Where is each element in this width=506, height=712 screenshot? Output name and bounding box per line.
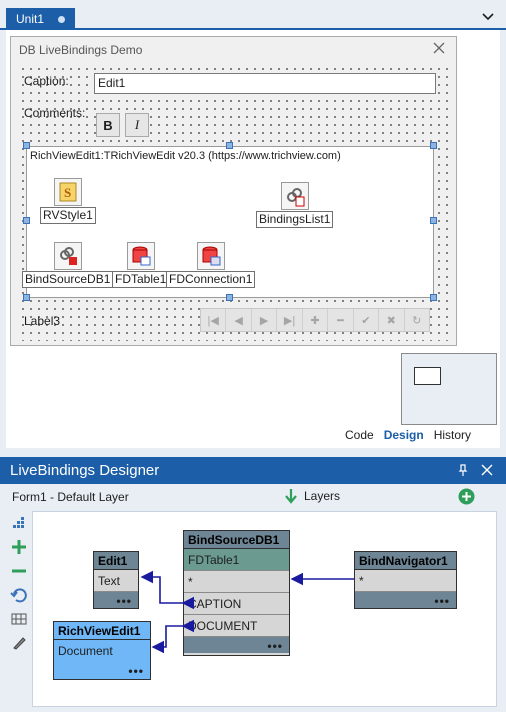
layers-label: Layers [304,489,341,503]
view-tabs: Code Design History [340,426,476,444]
caption-input[interactable]: Edit1 [94,73,436,94]
tab-history[interactable]: History [429,426,476,444]
document-tab-strip: Unit1 [0,0,506,30]
next-record-icon[interactable]: ▶ [252,309,278,331]
first-record-icon[interactable]: |◀ [201,309,227,331]
more-icon[interactable]: ••• [267,639,283,653]
caption-label: Caption: [24,74,69,88]
more-icon[interactable]: ••• [434,594,450,608]
node-title: BindNavigator1 [355,552,456,570]
rvstyle-icon: S [53,178,82,206]
form-title: DB LiveBindings Demo [19,43,143,57]
bold-button[interactable]: B [96,113,120,137]
component-fdconnection1[interactable]: FDConnection1 [166,242,256,288]
layers-button[interactable]: Layers [284,488,340,504]
node-footer: ••• [184,637,289,653]
component-fdtable1[interactable]: FDTable1 [112,242,170,288]
selection-handle[interactable] [430,142,437,149]
pen-icon[interactable] [8,632,30,654]
tab-design[interactable]: Design [378,426,429,444]
selection-handle[interactable] [226,294,233,301]
bindsource-icon [53,242,82,270]
label3: Label3 [24,314,61,328]
selection-handle[interactable] [226,142,233,149]
selection-handle[interactable] [23,217,30,224]
node-title: BindSourceDB1 [184,531,289,549]
node-title: Edit1 [94,552,138,570]
component-bindsourcedb1[interactable]: BindSourceDB1 [22,242,114,288]
node-member-star[interactable]: * [184,571,289,593]
modified-dot-icon [58,15,66,23]
post-record-icon[interactable]: ✔ [354,309,380,331]
tab-code[interactable]: Code [340,426,379,444]
close-icon[interactable] [480,463,494,477]
node-member-caption[interactable]: CAPTION [184,593,289,615]
node-member-document[interactable]: Document [54,640,150,662]
node-footer: ••• [54,662,150,678]
node-member-text[interactable]: Text [94,570,138,592]
zoom-in-icon[interactable] [8,536,30,558]
node-title: RichViewEdit1 [54,622,150,640]
bindingslist-icon [280,182,309,210]
comments-label: Comments: [24,106,86,120]
component-label: FDConnection1 [166,271,256,288]
bind-navigator: |◀ ◀ ▶ ▶| ✚ ━ ✔ ✖ ↻ [200,308,430,332]
component-label: BindSourceDB1 [22,271,114,288]
italic-button[interactable]: I [125,113,149,137]
fdconnection-icon [196,242,225,270]
panel-title: LiveBindings Designer [10,462,160,479]
layer-info: Form1 - Default Layer [12,490,129,504]
component-label: FDTable1 [112,271,170,288]
chevron-down-icon[interactable] [480,9,496,25]
node-edit1[interactable]: Edit1 Text ••• [93,551,139,609]
last-record-icon[interactable]: ▶| [277,309,303,331]
pin-icon[interactable] [456,463,470,477]
refresh-icon[interactable]: ↻ [405,309,429,331]
arrange-icon[interactable] [8,512,30,534]
fdtable-icon [126,242,155,270]
livebindings-designer-header: LiveBindings Designer [0,457,506,484]
thumbnail-viewport [414,367,441,385]
node-member-document[interactable]: DOCUMENT [184,615,289,637]
form-thumbnail[interactable] [401,353,497,425]
arrow-down-icon [285,489,297,504]
node-member-star[interactable]: * [355,570,456,592]
more-icon[interactable]: ••• [116,594,132,608]
node-footer: ••• [94,592,138,608]
close-icon[interactable] [432,41,446,55]
delete-record-icon[interactable]: ━ [328,309,354,331]
add-layer-icon[interactable] [458,488,475,505]
prior-record-icon[interactable]: ◀ [226,309,252,331]
svg-text:S: S [64,185,71,200]
component-label: BindingsList1 [256,211,334,228]
zoom-out-icon[interactable] [8,560,30,582]
node-footer: ••• [355,592,456,608]
richviewedit-caption: RichViewEdit1:TRichViewEdit v20.3 (https… [30,150,341,162]
designer-tool-column [8,512,30,656]
selection-handle[interactable] [23,294,30,301]
cancel-record-icon[interactable]: ✖ [379,309,405,331]
component-bindingslist1[interactable]: BindingsList1 [256,182,334,228]
tab-label: Unit1 [16,12,45,26]
undo-icon[interactable] [8,584,30,606]
more-icon[interactable]: ••• [128,664,144,678]
selection-handle[interactable] [430,294,437,301]
designer-toolbar: Form1 - Default Layer Layers [6,486,500,508]
component-rvstyle1[interactable]: S RVStyle1 [40,178,96,224]
node-bindnavigator1[interactable]: BindNavigator1 * ••• [354,551,457,609]
node-bindsourcedb1[interactable]: BindSourceDB1 FDTable1 * CAPTION DOCUMEN… [183,530,290,656]
node-subtitle: FDTable1 [184,549,289,571]
selection-handle[interactable] [430,217,437,224]
tab-unit1[interactable]: Unit1 [6,8,76,30]
node-richviewedit1[interactable]: RichViewEdit1 Document ••• [53,621,151,680]
component-label: RVStyle1 [40,207,96,224]
insert-record-icon[interactable]: ✚ [303,309,329,331]
grid-icon[interactable] [8,608,30,630]
selection-handle[interactable] [23,142,30,149]
